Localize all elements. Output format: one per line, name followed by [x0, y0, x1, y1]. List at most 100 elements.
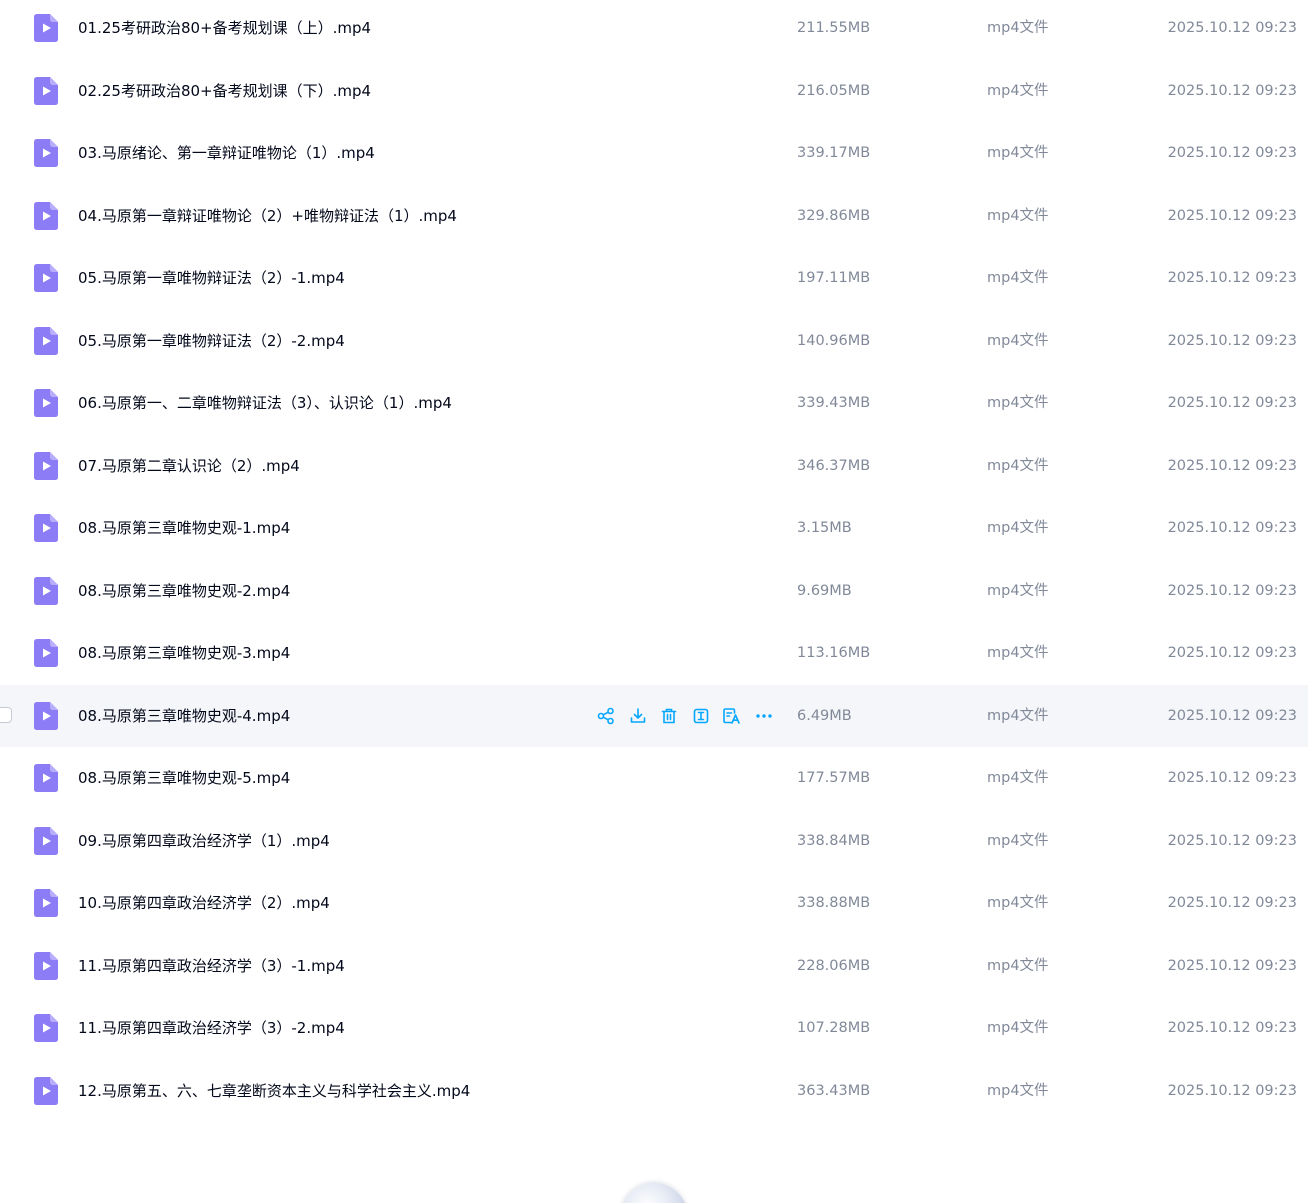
- file-name[interactable]: 02.25考研政治80+备考规划课（下）.mp4: [78, 60, 371, 123]
- file-row[interactable]: 10.马原第四章政治经济学（2）.mp4 338.88MB mp4文件 2025.10…: [0, 872, 1308, 935]
- file-modified-date: 2025.10.12 09:23: [1167, 770, 1297, 786]
- video-file-icon: [34, 201, 58, 230]
- file-type: mp4文件: [987, 1082, 1049, 1099]
- file-name[interactable]: 10.马原第四章政治经济学（2）.mp4: [78, 872, 330, 935]
- video-file-icon: [34, 76, 58, 105]
- file-name[interactable]: 08.马原第三章唯物史观-4.mp4: [78, 685, 290, 748]
- share-icon[interactable]: [594, 704, 618, 728]
- video-file-icon: [34, 826, 58, 855]
- file-name[interactable]: 03.马原绪论、第一章辩证唯物论（1）.mp4: [78, 122, 375, 185]
- file-name[interactable]: 08.马原第三章唯物史观-5.mp4: [78, 747, 290, 810]
- file-modified-date: 2025.10.12 09:23: [1167, 270, 1297, 286]
- file-row[interactable]: 09.马原第四章政治经济学（1）.mp4 338.84MB mp4文件 2025.10…: [0, 810, 1308, 873]
- file-type: mp4文件: [987, 957, 1049, 974]
- file-row[interactable]: 08.马原第三章唯物史观-1.mp4 3.15MB mp4文件 2025.10.12 …: [0, 497, 1308, 560]
- file-size: 107.28MB: [797, 1020, 871, 1036]
- file-modified-date: 2025.10.12 09:23: [1167, 20, 1297, 36]
- file-row[interactable]: 11.马原第四章政治经济学（3）-2.mp4 107.28MB mp4文件 2025.…: [0, 997, 1308, 1060]
- file-modified-date: 2025.10.12 09:23: [1167, 1082, 1297, 1099]
- video-file-icon: [34, 139, 58, 167]
- delete-icon[interactable]: [657, 704, 681, 728]
- file-name[interactable]: 08.马原第三章唯物史观-2.mp4: [78, 560, 290, 623]
- file-size: 329.86MB: [797, 207, 871, 224]
- file-modified-date: 2025.10.12 09:23: [1167, 332, 1297, 349]
- video-file-icon: [34, 701, 58, 730]
- file-row[interactable]: 08.马原第三章唯物史观-2.mp4 9.69MB mp4文件 2025.10.12 …: [0, 560, 1308, 623]
- file-row[interactable]: 12.马原第五、六、七章垄断资本主义与科学社会主义.mp4 363.43MB mp4…: [0, 1060, 1308, 1123]
- file-type: mp4文件: [987, 145, 1049, 161]
- file-list: 01.25考研政治80+备考规划课（上）.mp4 211.55MB mp4文件 202…: [0, 0, 1308, 1122]
- download-icon[interactable]: [626, 704, 650, 728]
- file-type: mp4文件: [987, 457, 1049, 474]
- file-row[interactable]: 02.25考研政治80+备考规划课（下）.mp4 216.05MB mp4文件 202…: [0, 60, 1308, 123]
- file-modified-date: 2025.10.12 09:23: [1167, 832, 1297, 849]
- file-size: 140.96MB: [797, 332, 871, 349]
- file-type: mp4文件: [987, 270, 1049, 286]
- file-name[interactable]: 11.马原第四章政治经济学（3）-2.mp4: [78, 997, 345, 1060]
- file-name[interactable]: 01.25考研政治80+备考规划课（上）.mp4: [78, 0, 371, 60]
- file-name[interactable]: 05.马原第一章唯物辩证法（2）-1.mp4: [78, 247, 345, 310]
- file-size: 228.06MB: [797, 957, 871, 974]
- file-size: 363.43MB: [797, 1082, 871, 1099]
- file-row[interactable]: 08.马原第三章唯物史观-5.mp4 177.57MB mp4文件 2025.10.1…: [0, 747, 1308, 810]
- file-modified-date: 2025.10.12 09:23: [1167, 582, 1297, 599]
- file-modified-date: 2025.10.12 09:23: [1167, 957, 1297, 974]
- file-type: mp4文件: [987, 645, 1049, 661]
- ai-text-icon[interactable]: [720, 704, 744, 728]
- file-name[interactable]: 07.马原第二章认识论（2）.mp4: [78, 435, 300, 498]
- file-row[interactable]: 01.25考研政治80+备考规划课（上）.mp4 211.55MB mp4文件 202…: [0, 0, 1308, 60]
- file-size: 339.43MB: [797, 395, 871, 411]
- video-file-icon: [34, 389, 58, 417]
- file-type: mp4文件: [987, 20, 1049, 36]
- file-name[interactable]: 12.马原第五、六、七章垄断资本主义与科学社会主义.mp4: [78, 1060, 470, 1123]
- file-name[interactable]: 11.马原第四章政治经济学（3）-1.mp4: [78, 935, 345, 998]
- file-modified-date: 2025.10.12 09:23: [1167, 645, 1297, 661]
- file-name[interactable]: 08.马原第三章唯物史观-1.mp4: [78, 497, 290, 560]
- file-name[interactable]: 04.马原第一章辩证唯物论（2）+唯物辩证法（1）.mp4: [78, 185, 457, 248]
- row-actions: [594, 704, 783, 728]
- video-file-icon: [34, 576, 58, 605]
- video-file-icon: [34, 14, 58, 42]
- file-row[interactable]: 05.马原第一章唯物辩证法（2）-2.mp4 140.96MB mp4文件 2025.…: [0, 310, 1308, 373]
- file-row[interactable]: 04.马原第一章辩证唯物论（2）+唯物辩证法（1）.mp4 329.86MB mp4…: [0, 185, 1308, 248]
- file-type: mp4文件: [987, 520, 1049, 536]
- file-type: mp4文件: [987, 1020, 1049, 1036]
- more-icon[interactable]: [752, 704, 776, 728]
- file-name[interactable]: 06.马原第一、二章唯物辩证法（3）、认识论（1）.mp4: [78, 372, 452, 435]
- file-modified-date: 2025.10.12 09:23: [1167, 895, 1297, 911]
- video-file-icon: [34, 264, 58, 292]
- video-file-icon: [34, 326, 58, 355]
- file-row[interactable]: 11.马原第四章政治经济学（3）-1.mp4 228.06MB mp4文件 2025.…: [0, 935, 1308, 998]
- floating-assistant-button[interactable]: [620, 1183, 688, 1203]
- file-row[interactable]: 08.马原第三章唯物史观-3.mp4 113.16MB mp4文件 2025.10.1…: [0, 622, 1308, 685]
- video-file-icon: [34, 639, 58, 667]
- file-size: 346.37MB: [797, 457, 871, 474]
- file-modified-date: 2025.10.12 09:23: [1167, 395, 1297, 411]
- file-size: 211.55MB: [797, 20, 871, 36]
- file-row[interactable]: 03.马原绪论、第一章辩证唯物论（1）.mp4 339.17MB mp4文件 2025…: [0, 122, 1308, 185]
- file-row[interactable]: 08.马原第三章唯物史观-4.mp4 6.49MB mp4文件 2025.10.12 …: [0, 684, 1308, 748]
- file-row[interactable]: 05.马原第一章唯物辩证法（2）-1.mp4 197.11MB mp4文件 2025.…: [0, 247, 1308, 310]
- file-modified-date: 2025.10.12 09:23: [1167, 520, 1297, 536]
- row-checkbox[interactable]: [0, 706, 12, 723]
- file-size: 6.49MB: [797, 707, 852, 724]
- file-size: 197.11MB: [797, 270, 871, 286]
- file-type: mp4文件: [987, 707, 1049, 724]
- file-size: 338.84MB: [797, 832, 871, 849]
- video-file-icon: [34, 951, 58, 980]
- file-type: mp4文件: [987, 395, 1049, 411]
- file-browser: 01.25考研政治80+备考规划课（上）.mp4 211.55MB mp4文件 202…: [0, 0, 1308, 1203]
- file-name[interactable]: 09.马原第四章政治经济学（1）.mp4: [78, 810, 330, 873]
- rename-icon[interactable]: [689, 704, 713, 728]
- file-modified-date: 2025.10.12 09:23: [1167, 82, 1297, 99]
- file-type: mp4文件: [987, 82, 1049, 99]
- file-name[interactable]: 05.马原第一章唯物辩证法（2）-2.mp4: [78, 310, 345, 373]
- video-file-icon: [34, 1076, 58, 1105]
- file-row[interactable]: 06.马原第一、二章唯物辩证法（3）、认识论（1）.mp4 339.43MB mp4…: [0, 372, 1308, 435]
- file-type: mp4文件: [987, 832, 1049, 849]
- file-name[interactable]: 08.马原第三章唯物史观-3.mp4: [78, 622, 290, 685]
- file-modified-date: 2025.10.12 09:23: [1167, 707, 1297, 724]
- file-row[interactable]: 07.马原第二章认识论（2）.mp4 346.37MB mp4文件 2025.10.1…: [0, 435, 1308, 498]
- file-type: mp4文件: [987, 770, 1049, 786]
- file-size: 177.57MB: [797, 770, 871, 786]
